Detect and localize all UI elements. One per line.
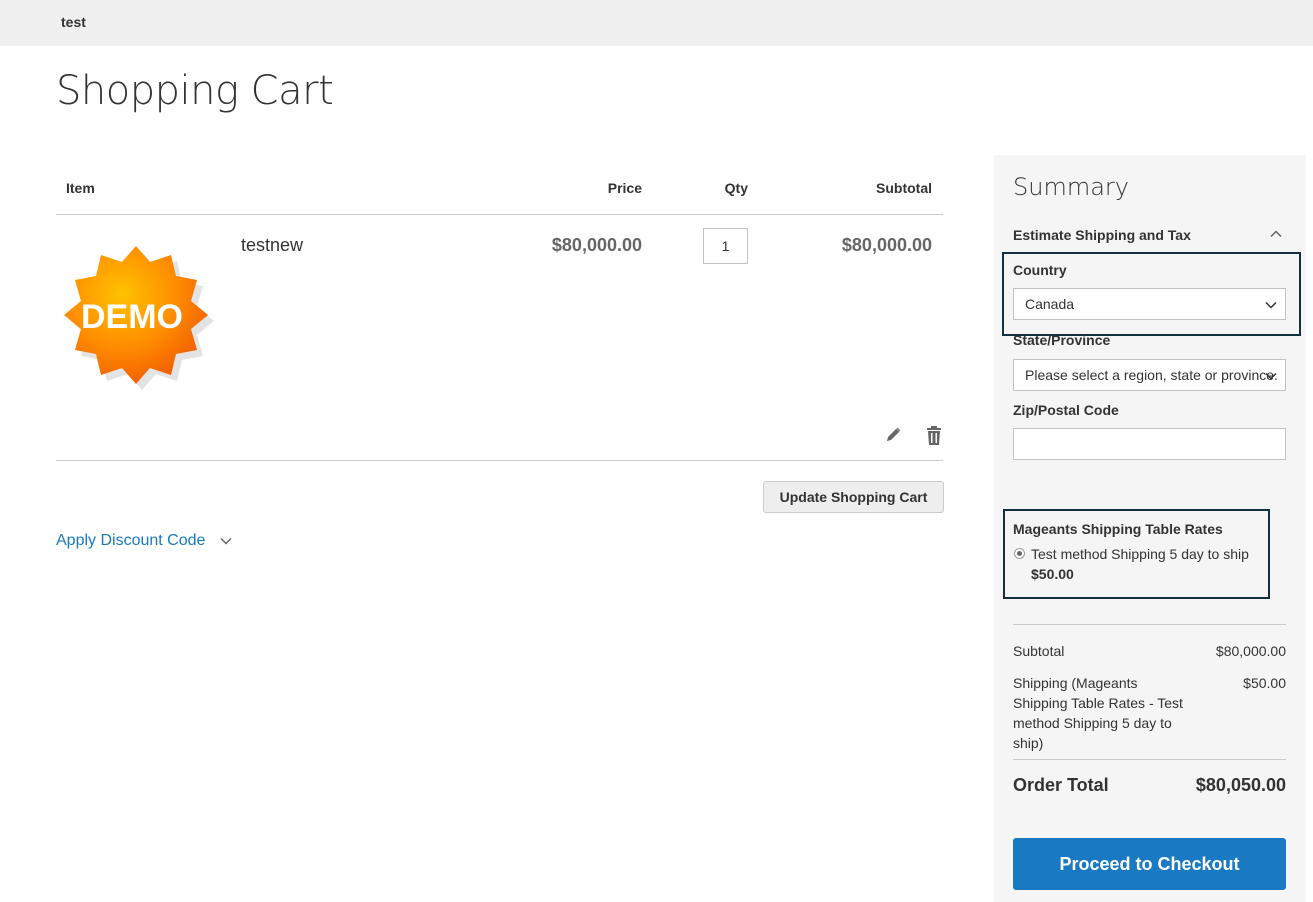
update-cart-button[interactable]: Update Shopping Cart [763,481,944,513]
apply-discount-toggle[interactable]: Apply Discount Code [56,532,233,550]
chevron-down-icon [1265,372,1277,380]
shipping-method-radio[interactable] [1014,548,1025,559]
column-header-price: Price [607,180,642,196]
totals-divider [1013,624,1286,625]
subtotal-label: Subtotal [1013,643,1065,659]
state-value: Please select a region, state or provinc… [1025,367,1278,383]
state-label: State/Province [1013,332,1111,348]
table-header-divider [56,214,943,215]
table-footer-divider [56,460,943,461]
trash-icon[interactable] [925,426,943,446]
column-header-subtotal: Subtotal [876,180,932,196]
qty-input[interactable] [703,228,748,264]
shipping-method-price: $50.00 [1031,566,1074,582]
shipping-carrier-title: Mageants Shipping Table Rates [1013,521,1223,537]
country-highlight-frame [1002,252,1301,336]
page-title: Shopping Cart [56,68,334,114]
order-total-label: Order Total [1013,775,1109,795]
product-price: $80,000.00 [551,235,642,255]
zip-input[interactable] [1013,428,1286,460]
chevron-up-icon[interactable] [1269,227,1283,241]
summary-panel: Summary Estimate Shipping and Tax Countr… [994,155,1306,902]
order-total-value: $80,050.00 [1195,775,1286,795]
product-name-link[interactable]: testnew [241,235,303,256]
estimate-shipping-title[interactable]: Estimate Shipping and Tax [1013,227,1191,243]
chevron-down-icon [220,537,232,545]
product-image[interactable]: DEMO [56,240,221,390]
store-name[interactable]: test [61,14,86,30]
summary-title: Summary [1013,173,1129,201]
apply-discount-label: Apply Discount Code [56,532,206,549]
order-total-divider [1013,759,1286,760]
column-header-qty: Qty [724,180,748,196]
proceed-to-checkout-button[interactable]: Proceed to Checkout [1013,838,1286,890]
store-header-bar: test [0,0,1313,46]
shipping-method-label[interactable]: Test method Shipping 5 day to ship [1031,546,1249,562]
column-header-item: Item [66,180,95,196]
shipping-total-label: Shipping (Mageants Shipping Table Rates … [1013,675,1183,751]
product-subtotal: $80,000.00 [841,235,932,255]
zip-label: Zip/Postal Code [1013,402,1119,418]
shipping-total-value: $50.00 [1243,675,1286,691]
demo-badge-text: DEMO [81,298,183,336]
pencil-icon[interactable] [884,426,902,444]
state-select[interactable]: Please select a region, state or provinc… [1013,359,1286,391]
subtotal-value: $80,000.00 [1215,643,1286,659]
